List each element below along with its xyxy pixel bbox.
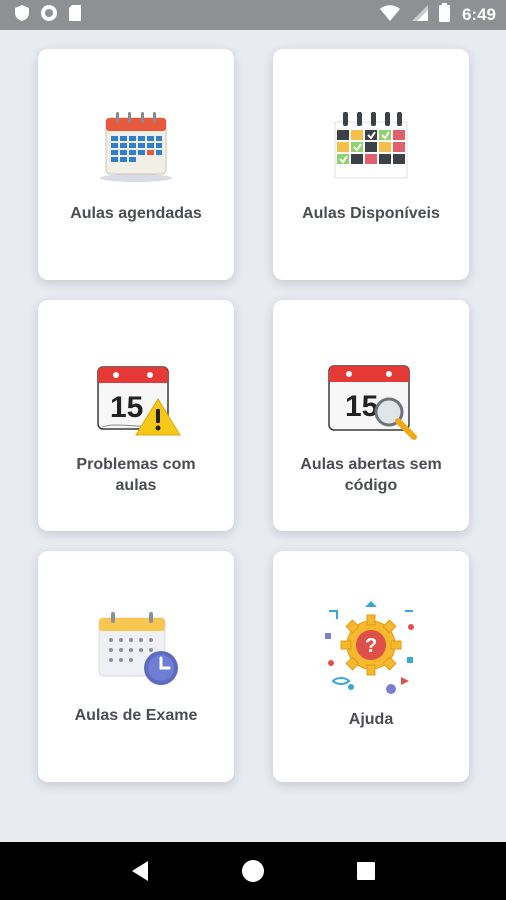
status-left-icons	[14, 4, 82, 27]
wifi-icon	[379, 4, 401, 27]
svg-text:?: ?	[365, 635, 377, 657]
shield-icon	[14, 4, 30, 27]
schedule-checks-icon	[321, 101, 421, 191]
status-time: 6:49	[461, 5, 496, 24]
card-label: Aulas de Exame	[74, 707, 198, 724]
menu-grid: Aulas agendadas Aulas Disponíveis 15 Pro…	[0, 30, 506, 842]
calendar-clock-icon	[86, 603, 186, 693]
navigation-bar	[0, 842, 506, 900]
help-gear-icon: ?	[321, 597, 421, 697]
card-aulas-disponiveis[interactable]: Aulas Disponíveis	[273, 49, 469, 280]
record-icon	[40, 4, 58, 27]
battery-icon	[438, 3, 450, 27]
card-aulas-abertas-sem-codigo[interactable]: 15 Aulas abertas sem código	[273, 300, 469, 531]
home-icon[interactable]	[239, 857, 267, 885]
status-bar: 6:49	[0, 0, 506, 30]
card-label: Aulas agendadas	[70, 205, 202, 222]
calendar-warning-icon: 15	[86, 352, 186, 442]
card-label: Aulas abertas sem código	[300, 456, 442, 494]
calendar-grid-icon	[86, 101, 186, 191]
card-label: Ajuda	[348, 711, 394, 728]
sd-card-icon	[68, 4, 82, 27]
svg-text:15: 15	[345, 390, 378, 423]
svg-text:15: 15	[110, 391, 143, 424]
card-aulas-de-exame[interactable]: Aulas de Exame	[38, 551, 234, 782]
back-icon[interactable]	[126, 857, 154, 885]
calendar-search-icon: 15	[321, 352, 421, 442]
card-aulas-agendadas[interactable]: Aulas agendadas	[38, 49, 234, 280]
card-ajuda[interactable]: ? Ajuda	[273, 551, 469, 782]
recents-icon[interactable]	[352, 857, 380, 885]
card-label: Aulas Disponíveis	[302, 205, 440, 222]
card-label: Problemas com aulas	[76, 456, 196, 494]
card-problemas-com-aulas[interactable]: 15 Problemas com aulas	[38, 300, 234, 531]
cell-signal-icon	[411, 4, 429, 27]
status-right-icons: 6:49	[379, 3, 496, 27]
